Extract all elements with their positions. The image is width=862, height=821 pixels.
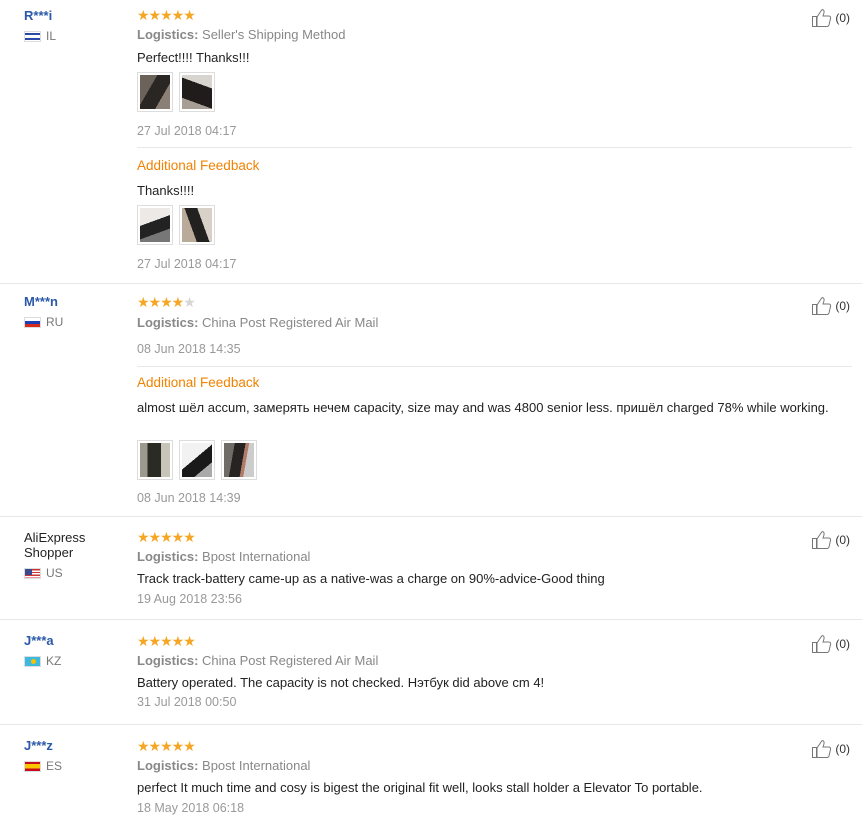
- reviewer-name[interactable]: M***n: [24, 294, 124, 309]
- logistics-line: Logistics: Bpost International: [137, 758, 852, 773]
- logistics-label: Logistics:: [137, 315, 199, 330]
- reviewer-info: J***a KZ: [24, 633, 124, 668]
- helpful-count: (0): [835, 533, 850, 547]
- logistics-method: China Post Registered Air Mail: [202, 315, 379, 330]
- additional-feedback-label: Additional Feedback: [137, 375, 260, 390]
- additional-feedback-text: almost шёл accum, замерять нечем capacit…: [137, 400, 829, 415]
- logistics-label: Logistics:: [137, 549, 199, 564]
- additional-feedback-date: 08 Jun 2018 14:39: [137, 491, 241, 505]
- russia-flag-icon: [24, 316, 41, 328]
- additional-feedback-text: Thanks!!!!: [137, 183, 195, 198]
- reviewer-name[interactable]: R***i: [24, 8, 124, 23]
- reviewer-name[interactable]: J***z: [24, 738, 124, 753]
- review-photo-thumbnail[interactable]: [221, 440, 257, 480]
- country-code: IL: [46, 29, 57, 43]
- star-rating: ★★★★★: [137, 633, 196, 649]
- reviewer-info: J***z ES: [24, 738, 124, 773]
- thumbs-up-icon: [812, 9, 832, 27]
- helpful-button[interactable]: (0): [811, 8, 850, 28]
- additional-photos: [137, 440, 852, 480]
- review-photo-thumbnail[interactable]: [179, 72, 215, 112]
- country-code: RU: [46, 315, 64, 329]
- review-body: ★★★★★: [137, 8, 852, 22]
- review-date: 27 Jul 2018 04:17: [137, 124, 237, 138]
- logistics-method: Bpost International: [202, 549, 311, 564]
- reviewer-name[interactable]: J***a: [24, 633, 124, 648]
- review-photo-thumbnail[interactable]: [137, 440, 173, 480]
- star-rating: ★★★★★: [137, 294, 196, 310]
- review-date: 08 Jun 2018 14:35: [137, 342, 241, 356]
- review-photo-thumbnail[interactable]: [137, 205, 173, 245]
- review-item: R***i IL ★★★★★ Logistics: Seller's Shipp…: [0, 0, 862, 283]
- reviewer-info: AliExpress Shopper US: [24, 530, 124, 580]
- review-photo-thumbnail[interactable]: [179, 205, 215, 245]
- star-rating: ★★★★★: [137, 529, 196, 545]
- country-code: ES: [46, 759, 63, 773]
- review-photos: [137, 72, 852, 112]
- review-text: Perfect!!!! Thanks!!!: [137, 50, 250, 65]
- helpful-count: (0): [835, 637, 850, 651]
- review-text: perfect It much time and cosy is bigest …: [137, 780, 703, 795]
- review-text: Track track-battery came-up as a native-…: [137, 571, 605, 586]
- helpful-button[interactable]: (0): [811, 739, 850, 759]
- helpful-button[interactable]: (0): [811, 296, 850, 316]
- review-item: J***z ES ★★★★★ Logistics: Bpost Internat…: [0, 724, 862, 821]
- logistics-label: Logistics:: [137, 758, 199, 773]
- reviewer-country: IL: [24, 29, 124, 43]
- reviewer-info: R***i IL: [24, 8, 124, 43]
- country-code: US: [46, 566, 63, 580]
- review-photo-thumbnail[interactable]: [179, 440, 215, 480]
- kazakhstan-flag-icon: [24, 655, 41, 667]
- helpful-button[interactable]: (0): [811, 634, 850, 654]
- usa-flag-icon: [24, 567, 41, 579]
- helpful-button[interactable]: (0): [811, 530, 850, 550]
- country-code: KZ: [46, 654, 62, 668]
- helpful-count: (0): [835, 11, 850, 25]
- reviewer-country: RU: [24, 315, 124, 329]
- review-date: 31 Jul 2018 00:50: [137, 695, 237, 709]
- logistics-method: China Post Registered Air Mail: [202, 653, 379, 668]
- thumbs-up-icon: [812, 635, 832, 653]
- logistics-method: Bpost International: [202, 758, 311, 773]
- logistics-line: Logistics: China Post Registered Air Mai…: [137, 653, 852, 668]
- additional-photos: [137, 205, 852, 245]
- logistics-line: Logistics: Seller's Shipping Method: [137, 27, 852, 42]
- israel-flag-icon: [24, 30, 41, 42]
- review-photo-thumbnail[interactable]: [137, 72, 173, 112]
- additional-feedback-date: 27 Jul 2018 04:17: [137, 257, 237, 271]
- thumbs-up-icon: [812, 740, 832, 758]
- star-rating: ★★★★★: [137, 7, 196, 23]
- review-item: J***a KZ ★★★★★ Logistics: China Post Reg…: [0, 619, 862, 725]
- review-date: 18 May 2018 06:18: [137, 801, 245, 815]
- review-date: 19 Aug 2018 23:56: [137, 592, 242, 606]
- thumbs-up-icon: [812, 531, 832, 549]
- logistics-line: Logistics: Bpost International: [137, 549, 852, 564]
- reviewer-country: ES: [24, 759, 124, 773]
- divider: [137, 366, 852, 367]
- spain-flag-icon: [24, 760, 41, 772]
- thumbs-up-icon: [812, 297, 832, 315]
- reviewer-info: M***n RU: [24, 294, 124, 329]
- divider: [137, 147, 852, 148]
- logistics-method: Seller's Shipping Method: [202, 27, 346, 42]
- reviewer-country: KZ: [24, 654, 124, 668]
- logistics-label: Logistics:: [137, 653, 199, 668]
- logistics-label: Logistics:: [137, 27, 199, 42]
- review-text: Battery operated. The capacity is not ch…: [137, 675, 545, 690]
- star-rating: ★★★★★: [137, 738, 196, 754]
- reviewer-name[interactable]: AliExpress Shopper: [24, 530, 94, 560]
- reviewer-country: US: [24, 566, 124, 580]
- review-item: M***n RU ★★★★★ Logistics: China Post Reg…: [0, 283, 862, 517]
- helpful-count: (0): [835, 299, 850, 313]
- logistics-line: Logistics: China Post Registered Air Mai…: [137, 315, 852, 330]
- helpful-count: (0): [835, 742, 850, 756]
- review-item: AliExpress Shopper US ★★★★★ Logistics: B…: [0, 516, 862, 620]
- additional-feedback-label: Additional Feedback: [137, 158, 260, 173]
